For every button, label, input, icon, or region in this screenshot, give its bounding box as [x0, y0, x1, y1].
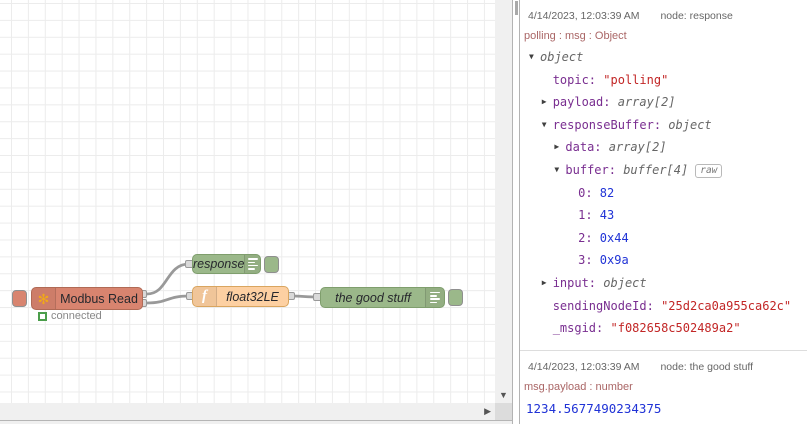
wire-modbus-to-response[interactable]: [145, 262, 191, 296]
collapse-arrow-icon[interactable]: ▼: [529, 46, 534, 69]
tree-value: 0x9a: [599, 253, 629, 268]
debug-source-node: node: the good stuff: [660, 360, 754, 373]
modbus-status: connected: [38, 310, 102, 322]
collapse-arrow-icon[interactable]: ▼: [542, 114, 547, 137]
node-the-good-stuff[interactable]: the good stuff: [320, 287, 445, 308]
debug-tree-row: 0: 82: [520, 182, 807, 205]
debug-tree-row: ▼ buffer: buffer[4] raw: [520, 159, 807, 182]
debug-tree-row: ▶ payload: array[2]: [520, 91, 807, 114]
tree-key: 0:: [578, 185, 593, 200]
expand-arrow-icon[interactable]: ▶: [554, 136, 559, 159]
node-label-response: response: [193, 257, 245, 271]
flow-canvas[interactable]: ✻ Modbus Read connected response f float…: [0, 0, 513, 424]
debug-tree-row: ▼ object: [520, 46, 807, 69]
tree-key: _msgid:: [552, 321, 604, 336]
tree-type-meta: object: [603, 275, 647, 290]
modbus-inject-button[interactable]: [12, 290, 27, 307]
goodstuff-toggle-button[interactable]: [448, 289, 463, 306]
tree-value: "25d2ca0a955ca62c": [661, 298, 792, 313]
node-label-goodstuff: the good stuff: [335, 290, 411, 305]
tree-value: 43: [599, 208, 615, 223]
divider-scroll-thumb[interactable]: [515, 1, 518, 15]
tree-type-meta: object: [668, 117, 712, 132]
expand-arrow-icon[interactable]: ▶: [542, 272, 547, 295]
collapse-arrow-icon[interactable]: ▼: [554, 159, 559, 182]
debug-message-meta: 4/14/2023, 12:03:39 AM node: response: [520, 6, 807, 26]
debug-topic-line: msg.payload : number: [524, 380, 633, 393]
debug-tree-row: sendingNodeId: "25d2ca0a955ca62c": [520, 295, 807, 318]
tree-key: payload:: [552, 95, 611, 110]
raw-toggle-button[interactable]: raw: [695, 163, 723, 178]
debug-topic-line: polling : msg : Object: [524, 30, 627, 42]
debug-lines-icon: [430, 291, 440, 304]
debug-tree-row: ▼ responseBuffer: object: [520, 114, 807, 137]
tree-key: data:: [565, 140, 602, 155]
node-modbus-read[interactable]: ✻ Modbus Read: [31, 287, 143, 310]
tree-key: buffer:: [565, 162, 616, 177]
tree-key: responseBuffer:: [552, 117, 662, 132]
debug-tree-row: _msgid: "f082658c502489a2": [520, 317, 807, 340]
node-response[interactable]: response: [192, 254, 261, 274]
tree-key: topic:: [552, 72, 597, 87]
debug-lines-icon: [247, 258, 258, 270]
tree-value: "f082658c502489a2": [610, 321, 741, 336]
expand-arrow-icon[interactable]: ▶: [542, 91, 547, 114]
wire-modbus-to-float32le[interactable]: [145, 294, 191, 305]
debug-timestamp: 4/14/2023, 12:03:39 AM: [528, 360, 640, 373]
tree-key: 1:: [578, 208, 593, 223]
panel-resize-divider[interactable]: [512, 0, 520, 424]
debug-source-node: node: response: [660, 10, 733, 22]
debug-tree-row: ▶ data: array[2]: [520, 136, 807, 159]
tree-key: input:: [552, 275, 597, 290]
tree-value: 82: [599, 185, 615, 200]
debug-message-response: 4/14/2023, 12:03:39 AM node: response po…: [520, 0, 807, 348]
tree-key: 3:: [578, 253, 593, 268]
status-dot-icon: [38, 311, 47, 321]
debug-tree-row: 1: 43: [520, 204, 807, 227]
debug-object-tree: ▼ object topic: "polling" ▶ payload: array[2…: [520, 46, 807, 348]
response-toggle-button[interactable]: [264, 256, 279, 273]
debug-tree-row: ▶ input: object: [520, 272, 807, 295]
modbus-gear-icon: ✻: [32, 288, 56, 309]
debug-tree-row: 2: 0x44: [520, 227, 807, 250]
tree-type-meta: array[2]: [608, 140, 667, 155]
debug-payload-value: 1234.5677490234375: [526, 400, 662, 416]
debug-tree-row: 3: 0x9a: [520, 249, 807, 272]
tree-value: 0x44: [599, 230, 629, 245]
tree-value: "polling": [603, 72, 669, 87]
tree-key: 2:: [578, 230, 593, 245]
node-float32le[interactable]: f float32LE: [192, 286, 289, 307]
debug-sidebar[interactable]: 4/14/2023, 12:03:39 AM node: response po…: [520, 0, 807, 424]
node-label-modbus: Modbus Read: [60, 291, 138, 306]
tree-type-meta: buffer[4]: [623, 162, 689, 177]
debug-timestamp: 4/14/2023, 12:03:39 AM: [528, 10, 640, 22]
tree-type-meta: object: [540, 50, 584, 64]
function-f-icon: f: [193, 287, 217, 306]
wires-layer: [145, 262, 319, 305]
debug-output-icon: [244, 255, 260, 273]
debug-output-icon: [425, 288, 444, 307]
status-text: connected: [51, 310, 102, 322]
debug-tree-row: topic: "polling": [520, 69, 807, 92]
node-label-float32le: float32LE: [226, 289, 279, 304]
node-red-window: ✻ Modbus Read connected response f float…: [0, 0, 807, 424]
tree-type-meta: array[2]: [617, 95, 676, 110]
debug-message-goodstuff: 4/14/2023, 12:03:39 AM node: the good st…: [520, 349, 807, 424]
tree-key: sendingNodeId:: [552, 298, 654, 313]
debug-message-meta: 4/14/2023, 12:03:39 AM node: the good st…: [520, 357, 807, 377]
